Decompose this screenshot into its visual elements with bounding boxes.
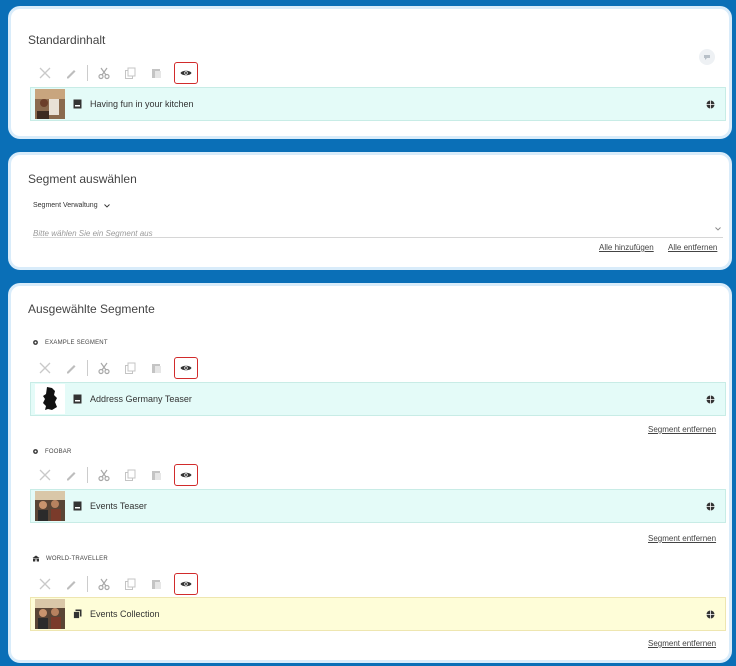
segment-heading: FOOBAR (32, 448, 72, 455)
delete-icon[interactable] (33, 464, 57, 486)
segment-name: EXAMPLE SEGMENT (45, 339, 108, 346)
paste-icon[interactable] (144, 464, 168, 486)
toolbar-divider (87, 576, 88, 592)
globe-icon[interactable] (706, 395, 715, 404)
gear-icon (33, 449, 38, 454)
segment-heading: EXAMPLE SEGMENT (32, 339, 108, 346)
chevron-down-icon (715, 227, 721, 231)
item-label: Events Teaser (90, 501, 147, 511)
cut-icon[interactable] (92, 357, 116, 379)
edit-icon[interactable] (59, 62, 83, 84)
paste-icon[interactable] (144, 62, 168, 84)
selected-segments-card: Ausgewählte Segmente EXAMPLE SEGMENT Add… (8, 283, 732, 663)
edit-icon[interactable] (59, 357, 83, 379)
item-label: Having fun in your kitchen (90, 99, 194, 109)
cut-icon[interactable] (92, 464, 116, 486)
cut-icon[interactable] (92, 573, 116, 595)
kitchen-thumbnail (35, 89, 65, 119)
preview-eye-button[interactable] (174, 573, 198, 595)
collection-icon (73, 609, 82, 619)
segment-select-title: Segment auswählen (28, 172, 137, 186)
segment-toolbar (33, 463, 198, 487)
segment-toolbar (33, 356, 198, 380)
preview-eye-button[interactable] (174, 464, 198, 486)
events-thumbnail (35, 599, 65, 629)
delete-icon[interactable] (33, 357, 57, 379)
toolbar-divider (87, 467, 88, 483)
segment-content-item[interactable]: Events Teaser (30, 489, 726, 523)
globe-icon[interactable] (706, 610, 715, 619)
add-all-link[interactable]: Alle hinzufügen (599, 243, 654, 252)
segment-name: WORLD-TRAVELLER (46, 555, 108, 562)
remove-segment-link[interactable]: Segment entfernen (648, 425, 716, 434)
selected-segments-title: Ausgewählte Segmente (28, 302, 155, 316)
globe-icon[interactable] (706, 502, 715, 511)
segment-heading: WORLD-TRAVELLER (32, 555, 108, 562)
delete-icon[interactable] (33, 62, 57, 84)
segment-toolbar (33, 572, 198, 596)
copy-icon[interactable] (118, 573, 142, 595)
item-label: Events Collection (90, 609, 160, 619)
segment-select-input[interactable]: Bitte wählen Sie ein Segment aus (33, 223, 723, 238)
traveller-icon (32, 555, 40, 562)
segment-content-item[interactable]: Events Collection (30, 597, 726, 631)
edit-icon[interactable] (59, 464, 83, 486)
remove-all-link[interactable]: Alle entfernen (668, 243, 717, 252)
standard-toolbar (33, 61, 198, 85)
cut-icon[interactable] (92, 62, 116, 84)
document-icon (73, 99, 82, 109)
toolbar-divider (87, 360, 88, 376)
chevron-down-icon (103, 203, 110, 208)
toolbar-divider (87, 65, 88, 81)
remove-segment-link[interactable]: Segment entfernen (648, 639, 716, 648)
segment-select-placeholder: Bitte wählen Sie ein Segment aus (33, 229, 153, 238)
standard-content-card: Standardinhalt Having fun in your kitche… (8, 6, 732, 139)
segment-name: FOOBAR (45, 448, 72, 455)
edit-icon[interactable] (59, 573, 83, 595)
chat-icon[interactable] (699, 49, 715, 65)
delete-icon[interactable] (33, 573, 57, 595)
standard-content-item[interactable]: Having fun in your kitchen (30, 87, 726, 121)
dropdown-label: Segment Verwaltung (33, 202, 98, 209)
copy-icon[interactable] (118, 357, 142, 379)
remove-segment-link[interactable]: Segment entfernen (648, 534, 716, 543)
paste-icon[interactable] (144, 357, 168, 379)
germany-map-thumbnail (35, 384, 65, 414)
document-icon (73, 394, 82, 404)
paste-icon[interactable] (144, 573, 168, 595)
globe-icon[interactable] (706, 100, 715, 109)
document-icon (73, 501, 82, 511)
copy-icon[interactable] (118, 464, 142, 486)
preview-eye-button[interactable] (174, 357, 198, 379)
segment-management-dropdown[interactable]: Segment Verwaltung (33, 202, 110, 209)
item-label: Address Germany Teaser (90, 394, 192, 404)
events-thumbnail (35, 491, 65, 521)
segment-content-item[interactable]: Address Germany Teaser (30, 382, 726, 416)
segment-select-card: Segment auswählen Segment Verwaltung Bit… (8, 152, 732, 270)
standard-content-title: Standardinhalt (28, 33, 106, 47)
preview-eye-button[interactable] (174, 62, 198, 84)
gear-icon (33, 340, 38, 345)
copy-icon[interactable] (118, 62, 142, 84)
